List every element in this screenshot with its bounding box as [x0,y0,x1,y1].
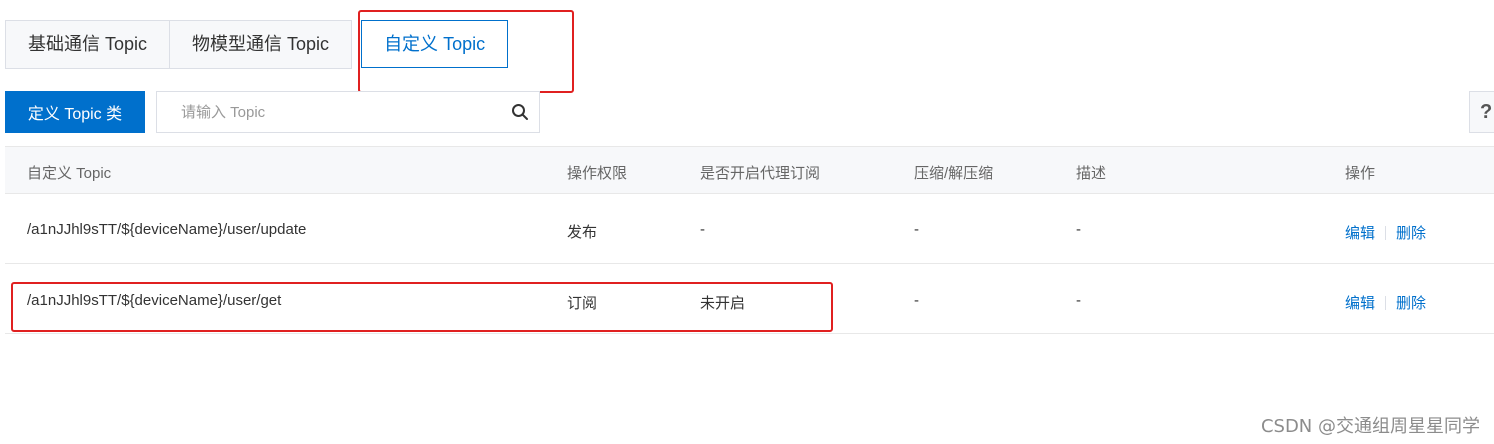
table-row: /a1nJJhl9sTT/${deviceName}/user/update 发… [5,194,1494,264]
header-actions: 操作 [1345,165,1376,182]
define-topic-class-button[interactable]: 定义 Topic 类 [5,91,145,133]
edit-link[interactable]: 编辑 [1345,225,1375,242]
watermark: CSDN @交通组周星星同学 [1260,416,1480,437]
help-button[interactable]: ? [1469,91,1494,133]
row-description: - [1076,292,1081,309]
table-row: /a1nJJhl9sTT/${deviceName}/user/get 订阅 未… [5,264,1494,334]
header-description: 描述 [1076,165,1107,182]
delete-link[interactable]: 删除 [1396,295,1426,312]
tab-basic-topic[interactable]: 基础通信 Topic [5,20,171,69]
row-compress: - [914,292,919,309]
action-divider [1385,226,1387,240]
header-topic: 自定义 Topic [27,165,112,182]
row-proxy: - [700,221,705,238]
delete-link[interactable]: 删除 [1396,225,1426,242]
header-proxy-subscribe: 是否开启代理订阅 [700,165,821,182]
topic-tabs: 基础通信 Topic 物模型通信 Topic 自定义 Topic [5,20,509,69]
row-proxy: 未开启 [700,295,746,312]
row-topic: /a1nJJhl9sTT/${deviceName}/user/update [27,221,307,238]
row-description: - [1076,221,1081,238]
header-compress: 压缩/解压缩 [914,165,994,182]
row-actions: 编辑 删除 [1345,222,1426,243]
search-box [156,91,540,133]
header-permission: 操作权限 [567,165,628,182]
action-divider [1385,296,1387,310]
row-actions: 编辑 删除 [1345,292,1426,313]
table-header: 自定义 Topic 操作权限 是否开启代理订阅 压缩/解压缩 描述 操作 [5,146,1494,194]
search-icon[interactable] [511,103,529,121]
tab-model-topic[interactable]: 物模型通信 Topic [169,20,353,69]
row-permission: 订阅 [567,295,598,312]
row-topic: /a1nJJhl9sTT/${deviceName}/user/get [27,292,282,309]
tab-custom-topic[interactable]: 自定义 Topic [361,20,509,68]
row-permission: 发布 [567,224,598,241]
search-input[interactable] [179,92,503,132]
edit-link[interactable]: 编辑 [1345,295,1375,312]
row-compress: - [914,221,919,238]
